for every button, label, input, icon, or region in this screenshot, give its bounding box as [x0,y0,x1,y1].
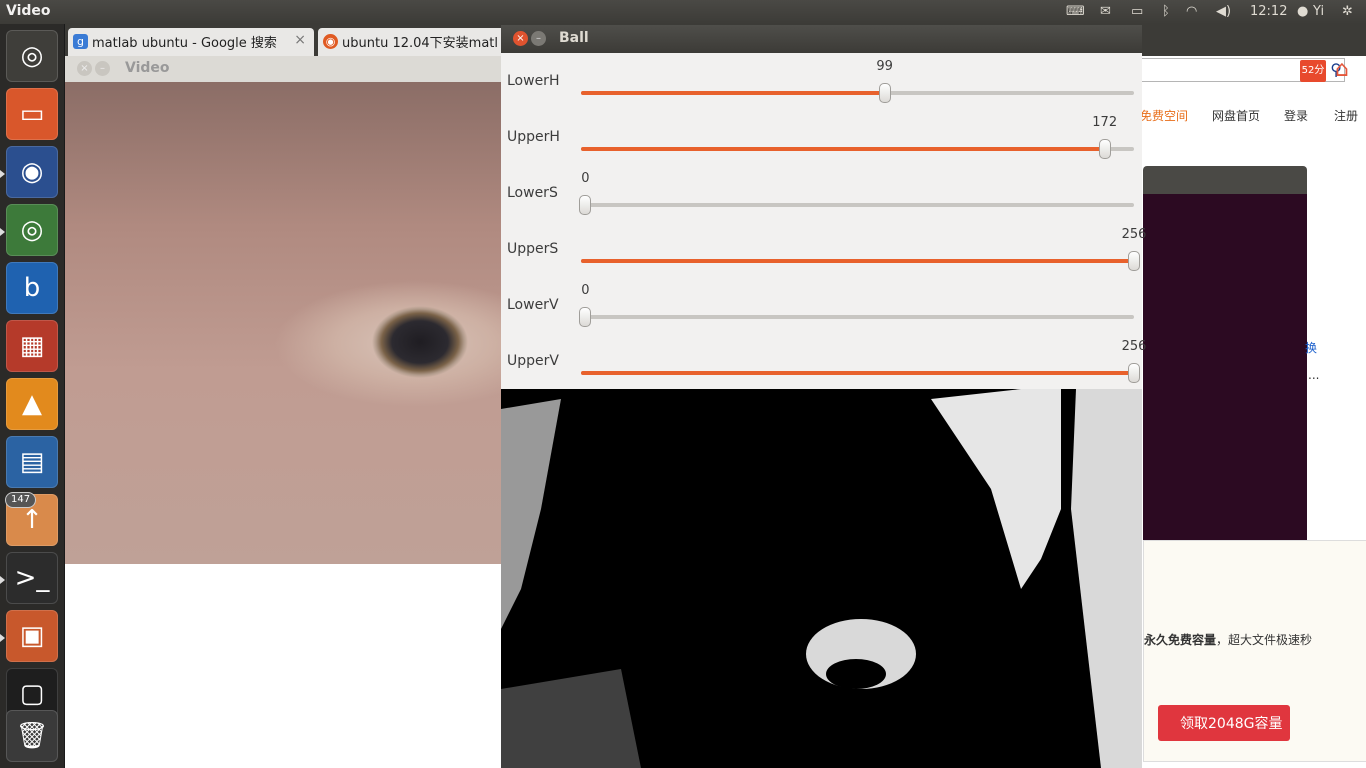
video-close-icon[interactable]: × [77,61,92,76]
video-window: × – Video [65,56,505,564]
ball-minimize-icon[interactable]: – [531,31,546,46]
unity-launcher: ◎ ▭ ◉ ◎ b ▦ ▲ ▤ ↑ >_ ▣ ▢ 🗑 147 [0,24,65,768]
trackbar-label: LowerS [507,185,558,201]
running-pip-icon [0,228,5,236]
files-folder-icon[interactable]: ▭ [6,88,58,140]
active-window-title: Video [6,3,51,19]
trackbar-track[interactable] [581,251,1140,271]
vlc-cone-icon[interactable]: ▲ [6,378,58,430]
popup-text: ，超大文件极速秒 [1216,633,1313,647]
tab-label: ubuntu 12.04下安装matl [342,36,498,51]
popup-text-bold: 永久免费容量 [1144,633,1217,647]
video-minimize-icon[interactable]: – [95,61,110,76]
trackbar-handle[interactable] [579,307,592,327]
tab-close-icon[interactable]: × [294,32,306,48]
firefox-icon[interactable]: ◉ [6,146,58,198]
user-name[interactable]: Yi [1313,3,1324,21]
google-favicon-icon: g [73,34,88,49]
popup-message: 永久免费容量，超大文件极速秒 [1144,631,1312,648]
chrome-icon[interactable]: ◎ [6,204,58,256]
video-player-icon[interactable]: ▣ [6,610,58,662]
video-title: Video [125,60,170,76]
nav-netdisk-home[interactable]: 网盘首页 [1212,107,1260,124]
trackbar-track[interactable] [581,139,1134,159]
trackbar-label: UpperS [507,241,559,257]
trackbar-handle[interactable] [579,195,592,215]
trackbar-label: UpperV [507,353,559,369]
terminal-icon[interactable]: >_ [6,552,58,604]
trackbar-handle[interactable] [1128,251,1140,271]
side-link[interactable]: 换 [1305,339,1317,356]
trackbar-label: LowerH [507,73,560,89]
tab-label: matlab ubuntu - Google 搜索 [92,36,277,51]
home-icon[interactable]: ⌂ [1335,58,1359,82]
trackbar-fill [581,371,1134,375]
top-panel: Video ⌨ ✉ ▭ ᛒ ◠ ◀) 12:12 ● Yi ✲ [0,0,1366,24]
wifi-icon[interactable]: ◠ [1186,3,1197,21]
running-pip-icon [0,634,5,642]
update-count-badge: 147 [5,492,37,508]
desktop: g matlab ubuntu - Google 搜索 × ◉ ubuntu 1… [0,0,1366,768]
trackbar-lower-v: LowerV 0 [501,277,1142,333]
nav-free-space[interactable]: 免费空间 [1140,107,1188,124]
running-pip-icon [0,576,5,584]
ubuntu-favicon-icon: ◉ [323,34,338,49]
user-icon: ● [1297,4,1309,19]
writer-document-icon[interactable]: ▤ [6,436,58,488]
trackbar-track[interactable] [579,195,1134,215]
ball-titlebar[interactable]: × – Ball [501,25,1142,53]
claim-storage-button[interactable]: 领取2048G容量 [1158,705,1290,741]
trackbar-label: LowerV [507,297,559,313]
trackbar-handle[interactable] [1098,139,1111,159]
webcam-eye-frame [65,82,505,564]
running-pip-icon [0,170,5,178]
claim-storage-label: 领取2048G容量 [1180,716,1283,732]
trackbar-lower-h: LowerH 99 [501,53,1142,109]
ubuntu-dash-icon[interactable]: ◎ [6,30,58,82]
promo-popup: × 永久免费容量，超大文件极速秒 领取2048G容量 [1143,540,1366,762]
trackbar-upper-h: UpperH 172 [501,109,1142,165]
side-text: ... [1308,368,1320,382]
bluetooth-icon[interactable]: ᛒ [1162,3,1170,21]
session-gear-icon[interactable]: ✲ [1342,3,1353,21]
volume-icon[interactable]: ◀) [1216,3,1231,21]
trackbar-fill [581,259,1134,263]
trackbar-label: UpperH [507,129,560,145]
trackbar-track[interactable] [579,307,1134,327]
trash-icon[interactable]: 🗑 [6,710,58,762]
trackbar-upper-v: UpperV 256 [501,333,1146,389]
nav-login[interactable]: 登录 [1284,107,1308,124]
trackbar-value: 0 [581,283,590,298]
trackbar-value: 256 [1121,339,1147,354]
trackbar-handle[interactable] [878,83,891,103]
mail-icon[interactable]: ✉ [1100,3,1111,21]
trackbar-upper-s: UpperS 256 [501,221,1146,277]
ball-window: × – Ball LowerH 99 UpperH 172 LowerS 0 U… [501,25,1146,768]
trackbar-track[interactable] [581,363,1140,383]
score-badge: 52分 [1300,60,1326,82]
trackbar-value: 0 [581,171,590,186]
nav-register[interactable]: 注册 [1334,107,1358,124]
bible-app-icon[interactable]: b [6,262,58,314]
tab-google-search[interactable]: g matlab ubuntu - Google 搜索 × [68,28,314,56]
ball-title: Ball [559,30,589,46]
trackbar-value: 256 [1121,227,1147,242]
trackbar-value: 172 [1092,115,1118,130]
clock[interactable]: 12:12 [1250,3,1287,21]
trackbar-handle[interactable] [1128,363,1140,383]
video-titlebar[interactable]: × – Video [65,56,505,82]
threshold-mask-image [501,389,1142,768]
trackbar-lower-s: LowerS 0 [501,165,1142,221]
trackbar-fill [581,91,885,95]
apps-grid-icon[interactable]: ▦ [6,320,58,372]
tab-ubuntu-matlab[interactable]: ◉ ubuntu 12.04下安装matl [318,28,508,56]
trackbar-track[interactable] [581,83,1134,103]
ball-close-icon[interactable]: × [513,31,528,46]
trackbar-fill [581,147,1105,151]
keyboard-icon[interactable]: ⌨ [1066,3,1085,21]
battery-icon[interactable]: ▭ [1131,3,1143,21]
trackbar-value: 99 [876,59,893,74]
